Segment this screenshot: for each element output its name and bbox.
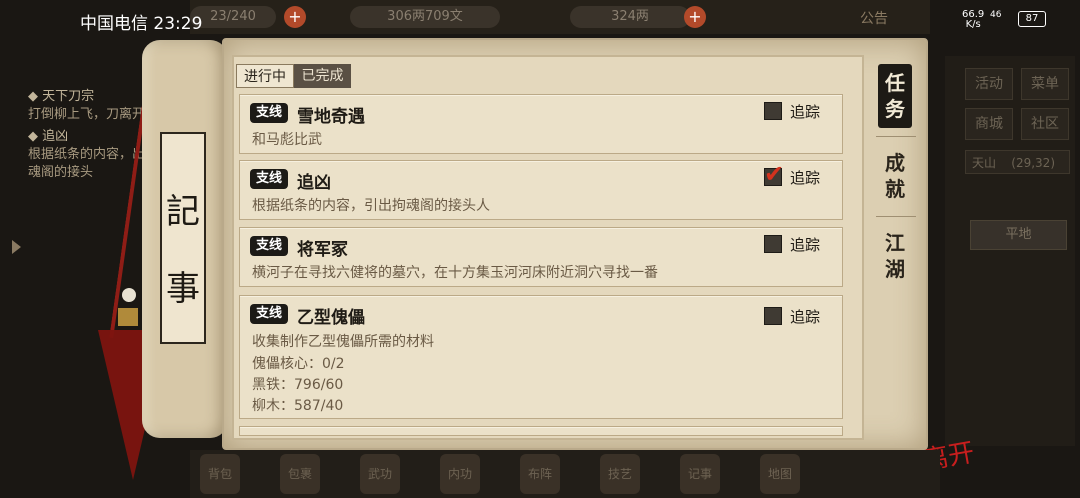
status-bar: 中国电信 23:29 66.9 K/s 46 87 [0,0,1080,36]
track-toggle[interactable]: 追踪 [764,305,834,329]
quest-title: 乙型傀儡 [297,308,365,328]
bottom-btn-3[interactable]: 内功 [440,454,480,494]
bottom-btn-1[interactable]: 包裹 [280,454,320,494]
quest-desc: 根据纸条的内容，引出拘魂阁的接头人 [252,198,490,214]
track-label: 追踪 [790,308,821,326]
carrier-time: 中国电信 23:29 [80,14,203,34]
tab-completed[interactable]: 已完成 [294,64,351,88]
signal-icon: 46 [990,10,1002,20]
quest-title: 追凶 [297,173,331,193]
quest-item[interactable]: 支线 雪地奇遇 和马彪比武 追踪 [239,94,843,154]
quest-desc: 收集制作乙型傀儡所需的材料 [252,334,434,350]
track-toggle[interactable]: ✔ 追踪 [764,160,834,190]
quest-item[interactable]: 支线 乙型傀儡 收集制作乙型傀儡所需的材料 傀儡核心：0/2 黑铁：796/60… [239,295,843,419]
track-label: 追踪 [790,103,821,121]
tab-jianghu[interactable]: 江湖 [878,230,912,282]
tab-divider [876,216,916,217]
tab-divider [876,136,916,137]
quest-title: 雪地奇遇 [297,107,365,127]
quest-requirement: 柳木：587/40 [252,398,344,414]
bottom-btn-7[interactable]: 地图 [760,454,800,494]
quest-item[interactable]: 支线 追凶 根据纸条的内容，引出拘魂阁的接头人 ✔ 追踪 [239,160,843,220]
activity-button[interactable]: 活动 [965,68,1013,100]
bottom-btn-5[interactable]: 技艺 [600,454,640,494]
quest-title: 将军冢 [297,240,348,260]
community-button[interactable]: 社区 [1021,108,1069,140]
shop-button[interactable]: 商城 [965,108,1013,140]
track-toggle[interactable]: 追踪 [764,233,834,257]
tassel-bead [122,288,136,302]
quest-desc: 和马彪比武 [252,132,322,148]
bottom-toolbar: 背包 包裹 武功 内功 布阵 技艺 记事 地图 [190,450,940,498]
bottom-btn-4[interactable]: 布阵 [520,454,560,494]
quest-requirement: 黑铁：796/60 [252,377,344,393]
quest-tag: 支线 [250,236,288,256]
quest-tag: 支线 [250,304,288,324]
quest-item[interactable]: 支线 将军冢 横河子在寻找六健将的墓穴，在十方集玉河河床附近洞穴寻找一番 追踪 [239,227,843,287]
summary-q1-title: ◆ 天下刀宗 [28,89,95,104]
track-toggle[interactable]: 追踪 [764,100,834,124]
tab-achievement[interactable]: 成就 [878,150,912,202]
tab-in-progress[interactable]: 进行中 [236,64,294,88]
bottom-btn-0[interactable]: 背包 [200,454,240,494]
battery-icon: 87 [1018,11,1046,27]
location-readout: 天山 (29,32) [965,150,1070,174]
track-label: 追踪 [790,169,821,187]
bottom-btn-2[interactable]: 武功 [360,454,400,494]
right-panel: 活动 菜单 商城 社区 天山 (29,32) 平地 [945,56,1075,446]
expand-arrow-icon[interactable] [12,240,21,254]
track-checkbox[interactable] [764,235,782,253]
journal-title: 記 事 [160,132,206,344]
track-label: 追踪 [790,236,821,254]
quest-tag: 支线 [250,103,288,123]
quest-requirement: 傀儡核心：0/2 [252,356,345,372]
quest-desc: 横河子在寻找六健将的墓穴，在十方集玉河河床附近洞穴寻找一番 [252,265,658,281]
quest-tag: 支线 [250,169,288,189]
bottom-btn-6[interactable]: 记事 [680,454,720,494]
quest-item[interactable] [239,426,843,436]
menu-button[interactable]: 菜单 [1021,68,1069,100]
checkmark-icon: ✔ [764,160,785,188]
tassel-knot [118,308,138,326]
tab-task[interactable]: 任务 [878,64,912,128]
net-speed: 66.9 K/s [962,9,985,30]
track-checkbox[interactable] [764,307,782,325]
track-checkbox[interactable] [764,102,782,120]
terrain-label: 平地 [970,220,1067,250]
